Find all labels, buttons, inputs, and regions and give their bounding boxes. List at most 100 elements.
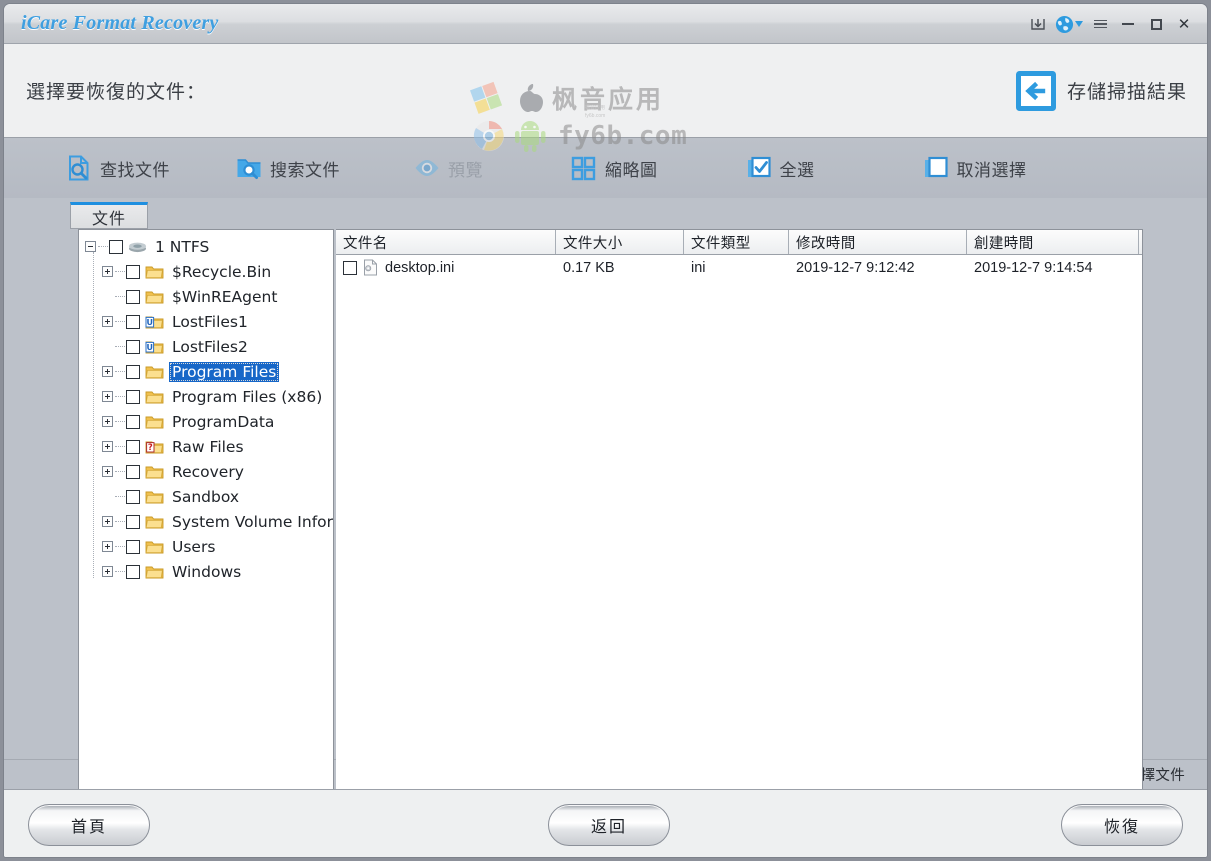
tree-node-label: LostFiles1 (172, 312, 248, 331)
page-title: 選擇要恢復的文件： (26, 82, 207, 103)
tree-node-label: Program Files (x86) (172, 387, 323, 406)
tree-node[interactable]: Recovery (85, 459, 333, 484)
tree-node-checkbox[interactable] (126, 364, 140, 379)
maximize-button[interactable] (1143, 9, 1169, 39)
toolbar-item-deselect[interactable]: 取消選擇 (923, 155, 1027, 181)
table-row[interactable]: desktop.ini 0.17 KB ini 2019-12-7 9:12:42 20… (336, 255, 1142, 280)
tree-node[interactable]: Sandbox (85, 484, 333, 509)
tree-expand-icon[interactable] (102, 466, 113, 477)
tree-connector-line (115, 371, 125, 372)
recover-button[interactable]: 恢復 (1061, 804, 1183, 846)
watermark-subtext: 枫音应用 fy6b.com (585, 105, 606, 119)
toolbar-item-search-file[interactable]: 搜索文件 (236, 155, 340, 181)
tree-collapse-icon[interactable] (85, 241, 96, 252)
tree-node-checkbox[interactable] (126, 414, 140, 429)
folder-icon (145, 364, 164, 380)
tree-connector-line (115, 571, 125, 572)
language-globe-icon[interactable] (1053, 15, 1085, 34)
tree-node-label: Windows (172, 562, 242, 581)
tree-node-label: 1 NTFS (155, 237, 210, 256)
tree-connector-line (115, 471, 125, 472)
tree-node-checkbox[interactable] (126, 439, 140, 454)
tree-node-label: LostFiles2 (172, 337, 248, 356)
tree-node[interactable]: ? Raw Files (85, 434, 333, 459)
tree-node[interactable]: $WinREAgent (85, 284, 333, 309)
tree-node-checkbox[interactable] (126, 514, 140, 529)
file-list-column-header[interactable]: 文件名 (336, 230, 556, 254)
tree-node-checkbox[interactable] (126, 464, 140, 479)
file-list-column-header[interactable]: 文件類型 (684, 230, 789, 254)
tree-node-label: System Volume Inforr (172, 512, 333, 531)
chevron-down-icon[interactable] (1075, 21, 1083, 27)
folder-icon (145, 264, 164, 280)
main-body: 文件 1 NTFS $Recycle.Bin $WinREAgent U LostFil… (4, 198, 1207, 857)
recover-button-label: 恢復 (1103, 819, 1140, 836)
tree-node-label: $WinREAgent (172, 287, 278, 306)
tree-expand-icon[interactable] (102, 391, 113, 402)
tree-node[interactable]: Windows (85, 559, 333, 584)
tree-expand-icon[interactable] (102, 441, 113, 452)
tree-expand-icon[interactable] (102, 266, 113, 277)
tree-node[interactable]: ProgramData (85, 409, 333, 434)
directory-tree[interactable]: 1 NTFS $Recycle.Bin $WinREAgent U LostFiles1… (79, 230, 333, 857)
tree-node[interactable]: Users (85, 534, 333, 559)
tree-expand-icon[interactable] (102, 541, 113, 552)
tree-node-checkbox[interactable] (109, 239, 123, 254)
file-cell-name: desktop.ini (336, 255, 556, 280)
tree-node-checkbox[interactable] (126, 289, 140, 304)
tree-node[interactable]: Program Files (x86) (85, 384, 333, 409)
drive-icon (128, 239, 147, 255)
tree-node-label: Recovery (172, 462, 244, 481)
file-list-rows[interactable]: desktop.ini 0.17 KB ini 2019-12-7 9:12:42 20… (336, 255, 1142, 857)
file-list-column-header[interactable]: 文件大小 (556, 230, 684, 254)
toolbar-item-preview[interactable]: 預覽 (414, 155, 483, 181)
tree-node-checkbox[interactable] (126, 339, 140, 354)
svg-text:U: U (147, 318, 154, 327)
menu-icon[interactable] (1087, 9, 1113, 39)
tree-node-checkbox[interactable] (126, 314, 140, 329)
toolbar-item-find-file[interactable]: 查找文件 (66, 155, 170, 181)
toolbar-label-thumbnail: 縮略圖 (605, 160, 658, 180)
tree-node-checkbox[interactable] (126, 389, 140, 404)
folder-icon (145, 289, 164, 305)
tree-node-checkbox[interactable] (126, 264, 140, 279)
tree-expand-icon[interactable] (102, 366, 113, 377)
file-row-checkbox[interactable] (343, 260, 357, 275)
minimize-button[interactable] (1115, 9, 1141, 39)
lostfiles-icon: U (145, 339, 164, 355)
tree-node[interactable]: U LostFiles1 (85, 309, 333, 334)
close-button[interactable]: ✕ (1171, 9, 1197, 39)
tree-node[interactable]: U LostFiles2 (85, 334, 333, 359)
tree-node[interactable]: System Volume Inforr (85, 509, 333, 534)
tree-expand-icon[interactable] (102, 416, 113, 427)
back-button[interactable]: 返回 (548, 804, 670, 846)
tree-node-checkbox[interactable] (126, 564, 140, 579)
folder-icon (145, 414, 164, 430)
toolbar-item-thumbnail[interactable]: 縮略圖 (571, 155, 658, 181)
tree-node-label: ProgramData (172, 412, 275, 431)
download-icon[interactable] (1025, 9, 1051, 39)
tree-expand-icon[interactable] (102, 516, 113, 527)
tree-node-label: Raw Files (172, 437, 244, 456)
tree-node-checkbox[interactable] (126, 539, 140, 554)
tree-node[interactable]: Program Files (85, 359, 333, 384)
tree-expand-icon[interactable] (102, 316, 113, 327)
file-cell-created: 2019-12-7 9:14:54 (974, 259, 1093, 276)
file-cell-type: ini (691, 259, 706, 276)
tree-node[interactable]: $Recycle.Bin (85, 259, 333, 284)
tree-node-checkbox[interactable] (126, 489, 140, 504)
select-all-icon (746, 155, 772, 181)
file-list-column-header[interactable]: 創建時間 (967, 230, 1139, 254)
tree-expand-icon[interactable] (102, 566, 113, 577)
header-band: 選擇要恢復的文件： 枫音应用 fy6b.com 枫音应用 fy6b.com 存儲… (4, 44, 1207, 152)
toolbar-item-select-all[interactable]: 全選 (746, 155, 815, 181)
tab-files[interactable]: 文件 (70, 202, 148, 229)
save-scan-results-button[interactable]: 存儲掃描結果 (1015, 70, 1187, 111)
file-list-column-header[interactable]: 修改時間 (789, 230, 967, 254)
tree-node[interactable]: 1 NTFS (85, 234, 333, 259)
home-button[interactable]: 首頁 (28, 804, 150, 846)
